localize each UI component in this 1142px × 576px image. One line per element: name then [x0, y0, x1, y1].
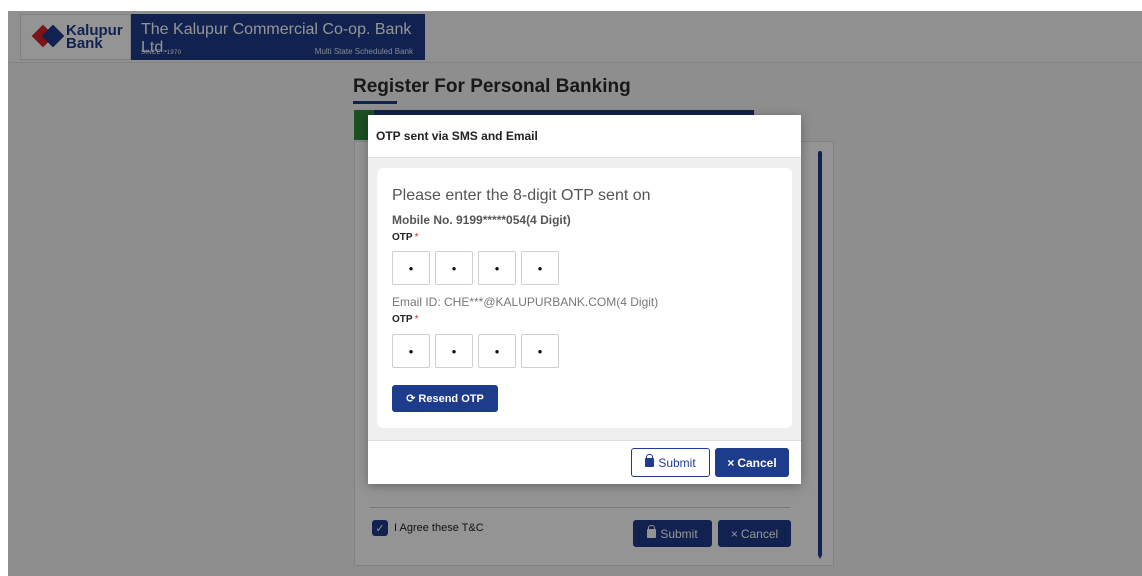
mobile-otp-label-text: OTP [392, 232, 413, 243]
email-otp-digit-2[interactable]: • [435, 334, 473, 368]
resend-otp-label: Resend OTP [418, 392, 484, 405]
email-otp-label: OTP * [392, 314, 418, 325]
mobile-otp-digit-1[interactable]: • [392, 251, 430, 285]
email-otp-digit-1[interactable]: • [392, 334, 430, 368]
email-otp-digit-3[interactable]: • [478, 334, 516, 368]
email-otp-digit-4[interactable]: • [521, 334, 559, 368]
lock-icon [645, 454, 655, 467]
otp-dialog: OTP sent via SMS and Email Please enter … [368, 115, 801, 484]
dialog-footer: Submit × Cancel [368, 440, 801, 484]
dialog-header: OTP sent via SMS and Email [368, 115, 801, 158]
otp-heading: Please enter the 8-digit OTP sent on [392, 187, 651, 204]
email-otp-inputs: • • • • [392, 334, 559, 368]
submit-button[interactable]: Submit [631, 448, 710, 477]
app-window: Kalupur Bank The Kalupur Commercial Co-o… [8, 11, 1142, 576]
dialog-body: Please enter the 8-digit OTP sent on Mob… [368, 158, 801, 440]
dialog-title: OTP sent via SMS and Email [376, 129, 538, 143]
mobile-otp-inputs: • • • • [392, 251, 559, 285]
mobile-otp-digit-2[interactable]: • [435, 251, 473, 285]
cancel-label: Cancel [737, 455, 777, 470]
email-id-text: Email ID: CHE***@KALUPURBANK.COM(4 Digit… [392, 295, 659, 309]
resend-otp-button[interactable]: ⟳ Resend OTP [392, 385, 498, 412]
mobile-otp-label: OTP * [392, 232, 418, 243]
cancel-button[interactable]: × Cancel [715, 448, 789, 477]
mobile-number-text: Mobile No. 9199*****054(4 Digit) [392, 213, 571, 227]
required-mark: * [414, 232, 419, 243]
email-otp-label-text: OTP [392, 314, 413, 325]
submit-label: Submit [658, 455, 696, 470]
refresh-icon: ⟳ [406, 393, 416, 405]
mobile-otp-digit-3[interactable]: • [478, 251, 516, 285]
otp-panel: Please enter the 8-digit OTP sent on Mob… [377, 168, 792, 428]
required-mark: * [414, 314, 419, 325]
close-icon: × [727, 455, 735, 470]
mobile-otp-digit-4[interactable]: • [521, 251, 559, 285]
